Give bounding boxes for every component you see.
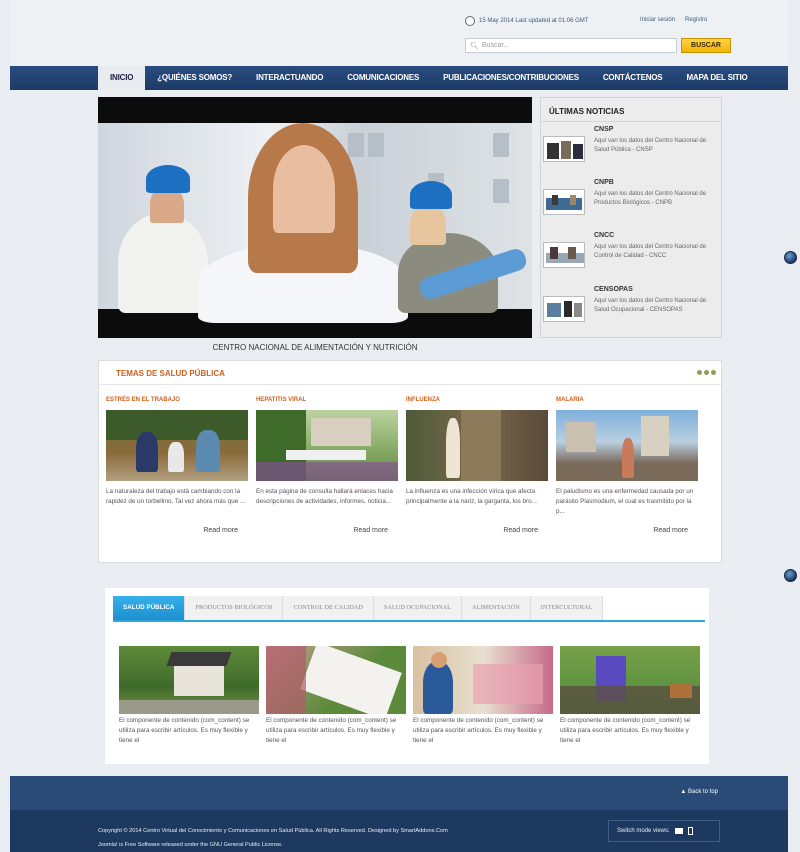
switch-mode-views: Switch mode views: [608,820,720,842]
tema-text: El paludismo es una enfermedad causada p… [556,488,694,515]
nav-item-interactuando[interactable]: INTERACTUANDO [244,66,335,90]
tab-card-image[interactable] [413,646,553,714]
slide-image [98,123,532,323]
tab-card[interactable]: El componente de contenido (com_content)… [413,646,553,746]
mobile-icon[interactable] [687,827,693,835]
news-thumbnail [543,189,585,215]
joomla-text: Joomla! is Free Software released under … [98,842,283,848]
news-item-title[interactable]: CNPB [594,179,614,186]
read-more-link[interactable]: Read more [556,527,698,534]
tema-text: En esta página de consulta hallará enlac… [256,488,393,505]
tab-card-image[interactable] [266,646,406,714]
nav-item-quienes-somos[interactable]: ¿QUIÉNES SOMOS? [145,66,244,90]
nav-item-inicio[interactable]: INICIO [98,66,146,90]
clock-icon [465,16,475,26]
tab-card-image[interactable] [560,646,700,714]
news-item-text: Aquí van los datos del Centro Nacional d… [594,244,707,259]
tema-title[interactable]: HEPATITIS VIRAL [256,397,398,403]
back-to-top-link[interactable]: ▲ Back to top [680,789,718,795]
footer-bottom: Copyright © 2014 Centro Virtual del Cono… [10,810,788,852]
temas-section: TEMAS DE SALUD PÚBLICA ESTRÉS EN EL TRAB… [98,360,722,563]
tema-card: INFLUENZA La influenza es una infección … [406,397,548,534]
date-text: 15 May 2014 Last updated at 01:06 GMT [479,18,589,24]
news-thumbnail [543,242,585,268]
copyright: Copyright © 2014 Centro Virtual del Cono… [98,824,448,852]
tab-bar: SALUD PÚBLICA PRODUCTOS BIOLÓGICOS CONTR… [113,596,705,622]
tema-card: MALARIA El paludismo es una enfermedad c… [556,397,698,534]
news-item-text: Aquí van los datos del Centro Nacional d… [594,298,707,313]
search-input[interactable]: 🔍︎ Buscar... [465,38,677,53]
switch-label: Switch mode views: [617,828,670,834]
news-item[interactable]: CNSP Aquí van los datos del Centro Nacio… [543,124,721,176]
tema-image[interactable] [256,410,398,481]
read-more-link[interactable]: Read more [256,527,398,534]
tab-card-text: El componente de contenido (com_content)… [560,717,691,744]
tab-alimentacion[interactable]: ALIMENTACIÓN [462,596,531,620]
copyright-text: Copyright © 2014 Centro Virtual del Cono… [98,828,448,834]
user-links: Iniciar sesión Registro [640,17,707,23]
search-icon: 🔍︎ [470,42,479,50]
tab-salud-publica[interactable]: SALUD PÚBLICA [113,596,186,620]
temas-title: TEMAS DE SALUD PÚBLICA [116,369,225,378]
tab-control-de-calidad[interactable]: CONTROL DE CALIDAD [283,596,374,620]
tab-card-text: El componente de contenido (com_content)… [266,717,397,744]
main-nav: INICIO ¿QUIÉNES SOMOS? INTERACTUANDO COM… [10,66,788,90]
login-link[interactable]: Iniciar sesión [640,17,675,23]
news-thumbnail [543,296,585,322]
tema-title[interactable]: INFLUENZA [406,397,548,403]
tema-title[interactable]: ESTRÉS EN EL TRABAJO [106,397,248,403]
tab-card[interactable]: El componente de contenido (com_content)… [266,646,406,746]
footer-top: ▲ Back to top [10,776,788,810]
nav-item-publicaciones[interactable]: PUBLICACIONES/CONTRIBUCIONES [431,66,591,90]
tab-productos-biologicos[interactable]: PRODUCTOS BIOLÓGICOS [185,596,284,620]
hero-slider[interactable] [98,97,532,338]
side-scroll-icon[interactable] [784,569,797,582]
register-link[interactable]: Registro [685,17,707,23]
tema-card: ESTRÉS EN EL TRABAJO La naturaleza del t… [106,397,248,534]
tab-card[interactable]: El componente de contenido (com_content)… [560,646,700,746]
tab-card[interactable]: El componente de contenido (com_content)… [119,646,259,746]
top-bar: 15 May 2014 Last updated at 01:06 GMT In… [10,0,788,66]
desktop-icon[interactable] [674,828,683,834]
news-item[interactable]: CENSOPAS Aquí van los datos del Centro N… [543,284,721,336]
slider-caption: CENTRO NACIONAL DE ALIMENTACIÓN Y NUTRIC… [212,343,418,352]
nav-item-contactenos[interactable]: CONTÁCTENOS [591,66,675,90]
tema-card: HEPATITIS VIRAL En esta página de consul… [256,397,398,534]
news-item[interactable]: CNCC Aquí van los datos del Centro Nacio… [543,230,721,282]
tab-card-image[interactable] [119,646,259,714]
news-thumbnail [543,136,585,162]
search-placeholder: Buscar... [481,42,510,49]
category-tabs-section: SALUD PÚBLICA PRODUCTOS BIOLÓGICOS CONTR… [105,588,709,764]
read-more-link[interactable]: Read more [106,527,248,534]
news-item-text: Aquí van los datos del Centro Nacional d… [594,191,707,206]
news-panel: ÚLTIMAS NOTICIAS CNSP Aquí van los datos… [540,97,722,338]
tema-text: La naturaleza del trabajo está cambiando… [106,488,246,505]
carousel-dots[interactable] [697,370,716,375]
tema-image[interactable] [106,410,248,481]
news-item[interactable]: CNPB Aquí van los datos del Centro Nacio… [543,177,721,229]
tema-image[interactable] [556,410,698,481]
tema-image[interactable] [406,410,548,481]
news-item-title[interactable]: CNSP [594,126,613,133]
tab-card-text: El componente de contenido (com_content)… [119,717,250,744]
search-button[interactable]: BUSCAR [681,38,731,53]
tab-intercultural[interactable]: INTERCULTURAL [530,596,604,620]
tab-card-text: El componente de contenido (com_content)… [413,717,544,744]
side-scroll-icon[interactable] [784,251,797,264]
date-line: 15 May 2014 Last updated at 01:06 GMT [465,16,588,26]
news-title: ÚLTIMAS NOTICIAS [541,98,721,122]
news-item-title[interactable]: CNCC [594,232,614,239]
news-item-title[interactable]: CENSOPAS [594,286,633,293]
tab-salud-ocupacional[interactable]: SALUD OCUPACIONAL [373,596,462,620]
tema-text: La influenza es una infección vírica que… [406,488,537,505]
nav-item-comunicaciones[interactable]: COMUNICACIONES [335,66,431,90]
temas-header: TEMAS DE SALUD PÚBLICA [99,361,721,385]
tema-title[interactable]: MALARIA [556,397,698,403]
read-more-link[interactable]: Read more [406,527,548,534]
news-item-text: Aquí van los datos del Centro Nacional d… [594,138,707,153]
nav-item-mapa-del-sitio[interactable]: MAPA DEL SITIO [674,66,759,90]
